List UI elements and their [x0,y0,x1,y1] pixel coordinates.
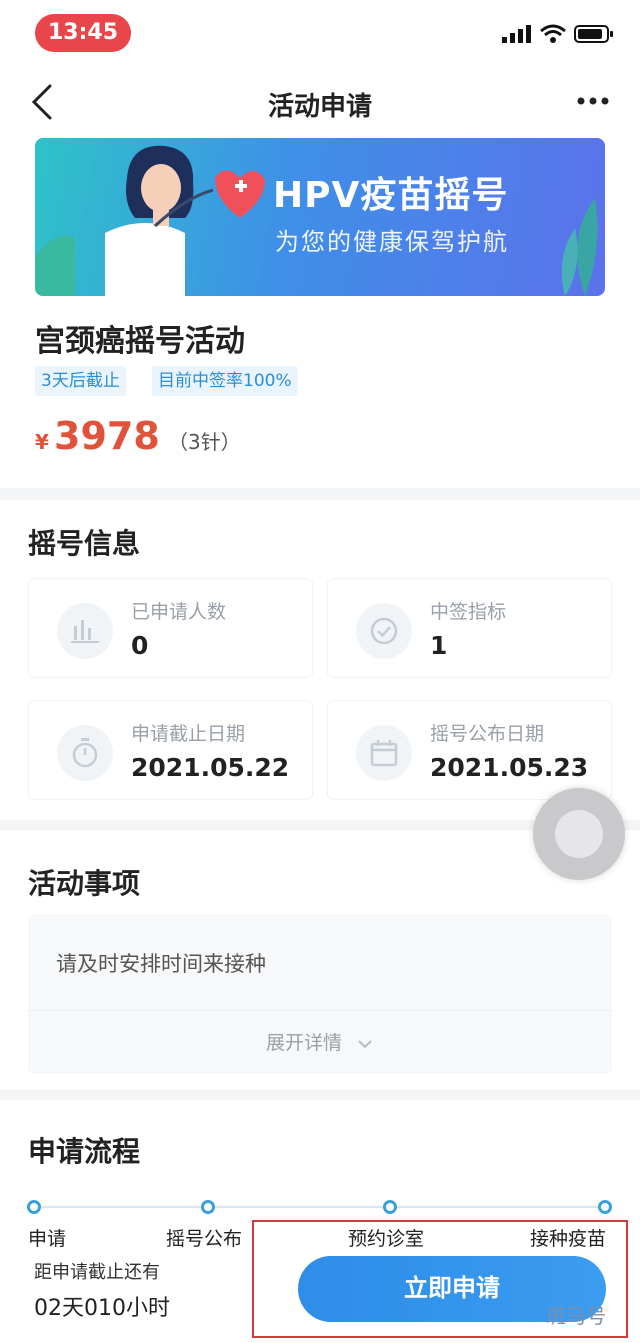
info-label: 已申请人数 [131,601,227,623]
battery-icon [574,25,613,43]
wifi-icon [540,24,566,43]
banner-subtitle: 为您的健康保驾护航 [275,228,509,256]
expand-label: 展开详情 [265,1032,342,1054]
win-rate-tag: 目前中签率100% [152,366,298,396]
step-dot [598,1200,612,1214]
section-title-info: 摇号信息 [28,527,141,560]
check-circle-icon [356,603,412,659]
info-cell-deadline: 申请截止日期 2021.05.22 [28,700,313,800]
section-title-matters: 活动事项 [28,867,141,900]
info-label: 摇号公布日期 [430,723,545,745]
status-bar: 13:45 [0,0,640,66]
info-label: 申请截止日期 [131,723,246,745]
signal-icon [502,25,531,43]
price-currency: ¥ [35,430,49,454]
stopwatch-icon [57,725,113,781]
lottery-info-section: 摇号信息 已申请人数 0 中签指标 1 申请截止日期 2021.05.22 摇号… [0,500,640,820]
assistive-touch-button[interactable] [533,788,625,880]
matters-text: 请及时安排时间来接种 [56,952,266,976]
calendar-icon [356,725,412,781]
activity-title: 宫颈癌摇号活动 [35,324,245,359]
chevron-down-icon [358,1039,372,1048]
countdown-value: 02天010小时 [34,1296,170,1321]
expand-details-button[interactable]: 展开详情 [28,1028,612,1055]
step-dot [27,1200,41,1214]
step-label-apply: 申请 [28,1228,67,1250]
deadline-tag: 3天后截止 [35,366,126,396]
doctor-illustration-icon [35,145,265,296]
step-line [34,1206,606,1208]
price-value: 3978 [54,414,160,458]
info-value: 2021.05.22 [131,753,290,782]
activity-matters-section: 活动事项 请及时安排时间来接种 展开详情 [0,830,640,1090]
info-cell-publish-date: 摇号公布日期 2021.05.23 [327,700,612,800]
info-cell-applicants: 已申请人数 0 [28,578,313,678]
matters-box: 请及时安排时间来接种 展开详情 [28,914,612,1074]
info-value: 1 [430,631,448,660]
nav-bar: 活动申请 [0,66,640,138]
divider [28,1010,612,1011]
info-label: 中签指标 [430,601,507,623]
info-value: 0 [131,631,149,660]
step-label-publish: 摇号公布 [166,1228,243,1250]
info-value: 2021.05.23 [430,753,589,782]
step-dot [201,1200,215,1214]
price-note: （3针） [168,430,241,454]
section-title-process: 申请流程 [28,1135,141,1168]
status-time: 13:45 [35,14,131,52]
more-icon[interactable] [576,96,610,106]
info-cell-quota: 中签指标 1 [327,578,612,678]
banner[interactable]: HPV疫苗摇号 为您的健康保驾护航 [35,138,605,296]
activity-card: HPV疫苗摇号 为您的健康保驾护航 宫颈癌摇号活动 3天后截止 目前中签率100… [0,138,640,488]
status-icons [502,24,614,44]
bar-chart-icon [57,603,113,659]
countdown-label: 距申请截止还有 [34,1262,160,1283]
banner-title: HPV疫苗摇号 [273,175,509,216]
watermark: 斑马号 [546,1304,606,1328]
step-dot [383,1200,397,1214]
page-title: 活动申请 [267,92,372,122]
leaf-decoration-icon [561,198,598,296]
